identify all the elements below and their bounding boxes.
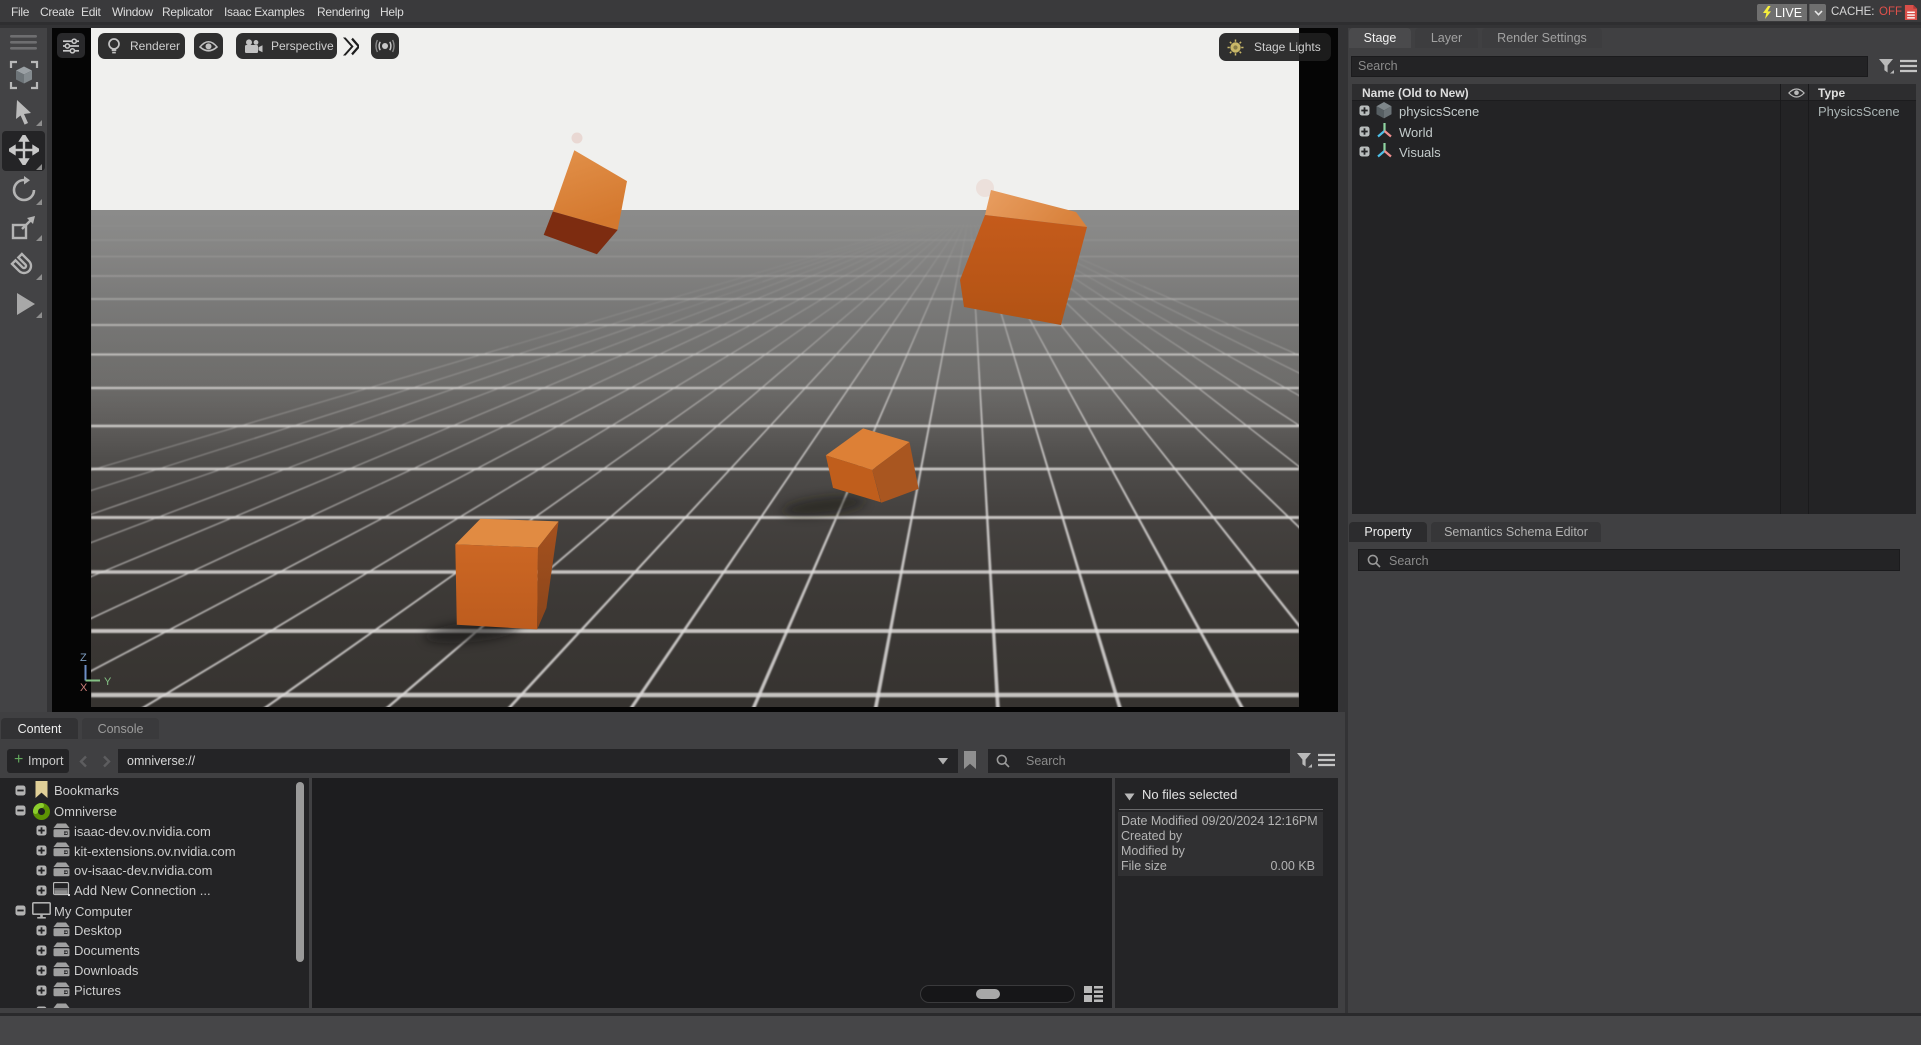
svg-text:Z: Z [80, 652, 87, 664]
svg-text:X: X [80, 682, 88, 694]
svg-text:Y: Y [104, 676, 112, 688]
